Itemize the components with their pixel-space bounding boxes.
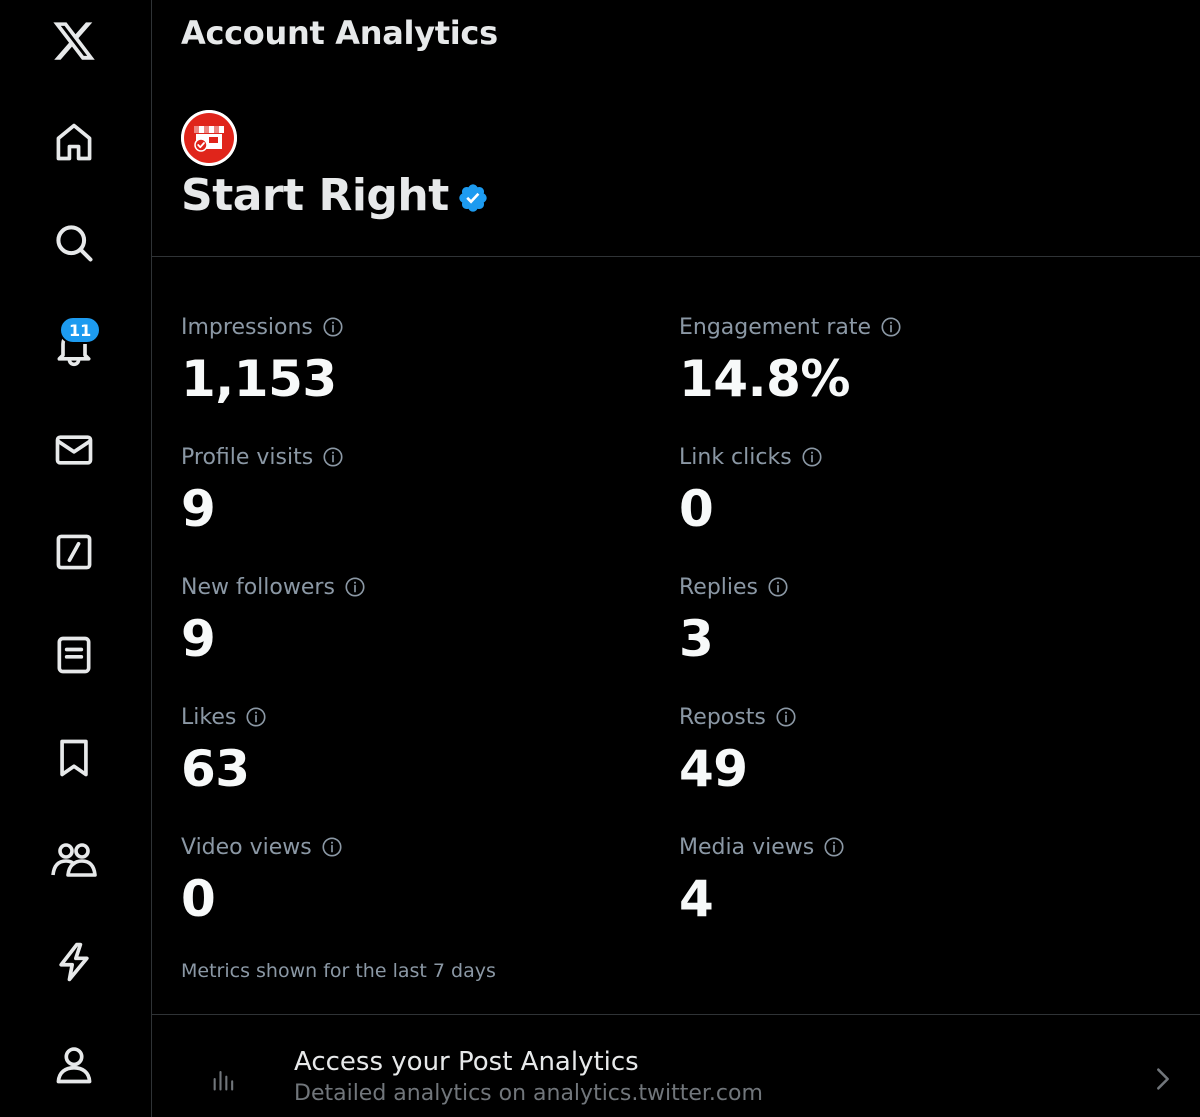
header-divider (152, 256, 1200, 257)
metric-label: New followers (181, 574, 335, 600)
metric-label: Likes (181, 704, 237, 730)
metric-value: 3 (679, 610, 714, 668)
metric-media-views: Media views 4 (679, 832, 1119, 928)
metric-engagement-rate: Engagement rate 14.8% (679, 312, 1119, 408)
info-icon[interactable] (321, 836, 343, 858)
sidebar-item-premium[interactable] (43, 931, 105, 993)
metric-value: 4 (679, 870, 714, 928)
info-icon[interactable] (245, 706, 267, 728)
metric-label: Profile visits (181, 444, 314, 470)
metric-label: Impressions (181, 314, 313, 340)
lightning-icon (59, 942, 89, 982)
metric-new-followers: New followers 9 (181, 572, 621, 668)
metric-link-clicks: Link clicks 0 (679, 442, 1119, 538)
bar-chart-icon (213, 1070, 234, 1091)
metric-value: 63 (181, 740, 250, 798)
metric-replies: Replies 3 (679, 572, 1119, 668)
account-name: Start Right (181, 170, 449, 221)
analytics-main: Account Analytics Start Right Impression… (152, 0, 1200, 1117)
info-icon[interactable] (767, 576, 789, 598)
x-logo-icon (53, 22, 95, 60)
post-analytics-subtitle: Detailed analytics on analytics.twitter.… (294, 1081, 763, 1106)
info-icon[interactable] (344, 576, 366, 598)
info-icon[interactable] (322, 446, 344, 468)
sidebar-item-bookmarks[interactable] (43, 727, 105, 789)
bookmark-icon (60, 739, 88, 777)
metric-label: Engagement rate (679, 314, 872, 340)
post-analytics-title: Access your Post Analytics (294, 1047, 639, 1077)
sidebar-item-communities[interactable] (43, 829, 105, 891)
metric-value: 49 (679, 740, 748, 798)
sidebar-item-lists[interactable] (43, 624, 105, 686)
post-analytics-link[interactable]: Access your Post Analytics Detailed anal… (152, 1015, 1200, 1117)
envelope-icon (55, 435, 93, 465)
avatar[interactable] (181, 110, 237, 166)
metric-video-views: Video views 0 (181, 832, 621, 928)
metric-value: 9 (181, 610, 216, 668)
app-window: 11 Account Analytics Start Right Impress… (0, 0, 1200, 1117)
metric-label: Replies (679, 574, 759, 600)
metric-value: 14.8% (679, 350, 850, 408)
metric-reposts: Reposts 49 (679, 702, 1119, 798)
sidebar-nav: 11 (0, 0, 152, 1117)
search-icon (56, 225, 93, 262)
info-icon[interactable] (823, 836, 845, 858)
metric-label: Video views (181, 834, 312, 860)
metric-likes: Likes 63 (181, 702, 621, 798)
metric-label: Reposts (679, 704, 766, 730)
metric-value: 0 (181, 870, 216, 928)
storefront-icon (181, 110, 237, 166)
communities-icon (51, 843, 97, 877)
grok-icon (56, 534, 92, 570)
metric-value: 0 (679, 480, 714, 538)
metric-label: Link clicks (679, 444, 792, 470)
metrics-period-note: Metrics shown for the last 7 days (181, 960, 496, 982)
chevron-right-icon (1157, 1068, 1169, 1090)
metric-value: 1,153 (181, 350, 337, 408)
info-icon[interactable] (775, 706, 797, 728)
lists-icon (57, 636, 91, 674)
sidebar-item-profile[interactable] (43, 1034, 105, 1096)
verified-badge-icon (459, 183, 487, 212)
notification-badge: 11 (59, 316, 102, 344)
info-icon[interactable] (880, 316, 902, 338)
page-title: Account Analytics (181, 14, 498, 52)
x-logo-link[interactable] (43, 10, 105, 72)
sidebar-item-messages[interactable] (43, 419, 105, 481)
info-icon[interactable] (801, 446, 823, 468)
home-icon (56, 123, 92, 161)
account-header: Start Right (181, 170, 489, 221)
metric-profile-visits: Profile visits 9 (181, 442, 621, 538)
profile-icon (56, 1047, 92, 1084)
metric-impressions: Impressions 1,153 (181, 312, 621, 408)
sidebar-item-search[interactable] (43, 212, 105, 274)
sidebar-item-grok[interactable] (43, 521, 105, 583)
metric-label: Media views (679, 834, 815, 860)
sidebar-item-home[interactable] (43, 111, 105, 173)
metric-value: 9 (181, 480, 216, 538)
info-icon[interactable] (322, 316, 344, 338)
